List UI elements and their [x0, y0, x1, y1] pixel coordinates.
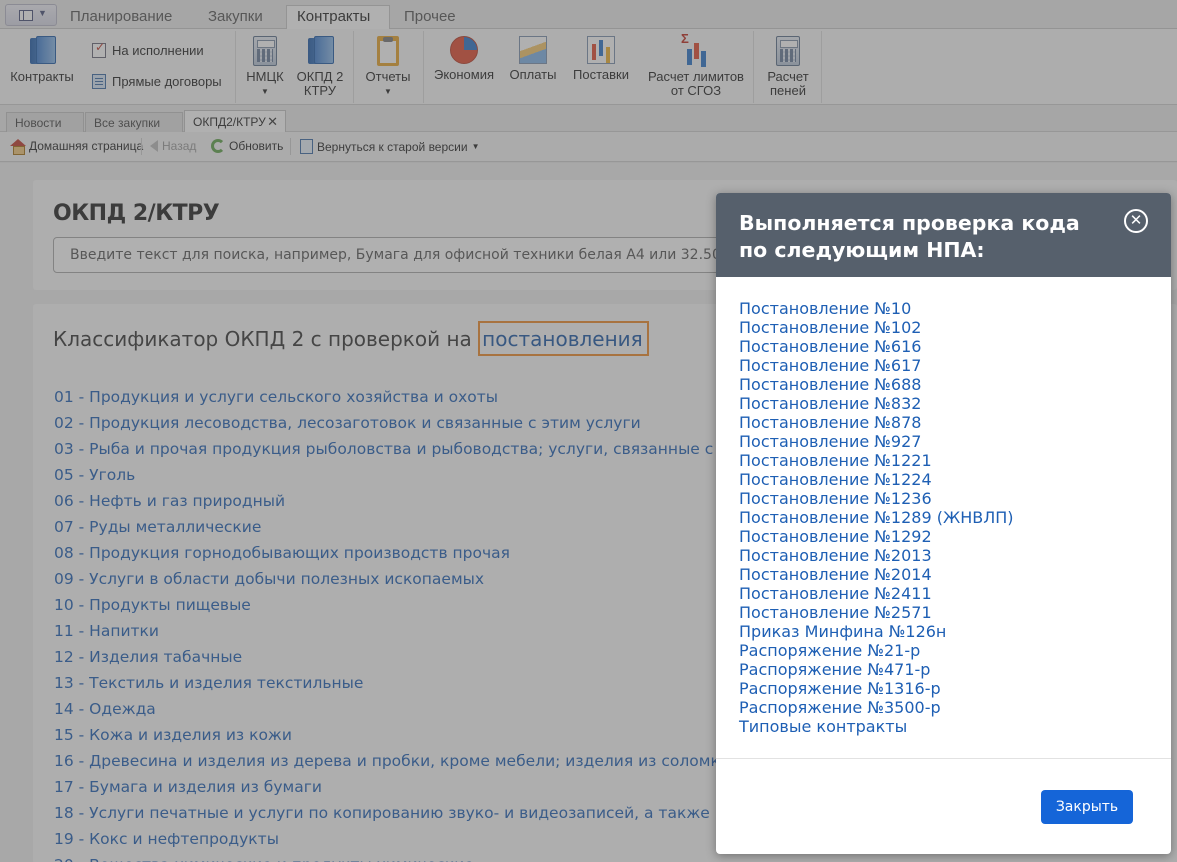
regulation-link[interactable]: Постановление №2013	[739, 546, 1014, 565]
regulation-link[interactable]: Распоряжение №21-р	[739, 641, 1014, 660]
regulation-link[interactable]: Постановление №832	[739, 394, 1014, 413]
regulation-link[interactable]: Постановление №1289 (ЖНВЛП)	[739, 508, 1014, 527]
modal-divider	[716, 758, 1171, 759]
regulation-link[interactable]: Распоряжение №471-р	[739, 660, 1014, 679]
regulations-modal: Выполняется проверка кода по следующим Н…	[716, 193, 1171, 854]
regulation-link[interactable]: Постановление №2014	[739, 565, 1014, 584]
regulation-link[interactable]: Постановление №1224	[739, 470, 1014, 489]
regulation-link[interactable]: Постановление №616	[739, 337, 1014, 356]
regulation-link[interactable]: Постановление №878	[739, 413, 1014, 432]
regulation-link[interactable]: Постановление №2411	[739, 584, 1014, 603]
regulation-link[interactable]: Постановление №1236	[739, 489, 1014, 508]
regulation-link[interactable]: Постановление №1292	[739, 527, 1014, 546]
regulation-link[interactable]: Типовые контракты	[739, 717, 1014, 736]
regulation-link[interactable]: Постановление №2571	[739, 603, 1014, 622]
regulation-link[interactable]: Постановление №927	[739, 432, 1014, 451]
regulation-link[interactable]: Постановление №688	[739, 375, 1014, 394]
regulation-link[interactable]: Приказ Минфина №126н	[739, 622, 1014, 641]
regulation-link[interactable]: Распоряжение №1316-р	[739, 679, 1014, 698]
regulations-list: Постановление №10 Постановление №102 Поста…	[739, 299, 1014, 736]
regulation-link[interactable]: Распоряжение №3500-р	[739, 698, 1014, 717]
close-icon[interactable]: ✕	[1124, 209, 1148, 233]
regulation-link[interactable]: Постановление №102	[739, 318, 1014, 337]
regulation-link[interactable]: Постановление №617	[739, 356, 1014, 375]
regulation-link[interactable]: Постановление №1221	[739, 451, 1014, 470]
modal-header: Выполняется проверка кода по следующим Н…	[716, 193, 1171, 277]
close-button[interactable]: Закрыть	[1041, 790, 1133, 824]
modal-title: Выполняется проверка кода по следующим Н…	[739, 211, 1080, 262]
regulation-link[interactable]: Постановление №10	[739, 299, 1014, 318]
